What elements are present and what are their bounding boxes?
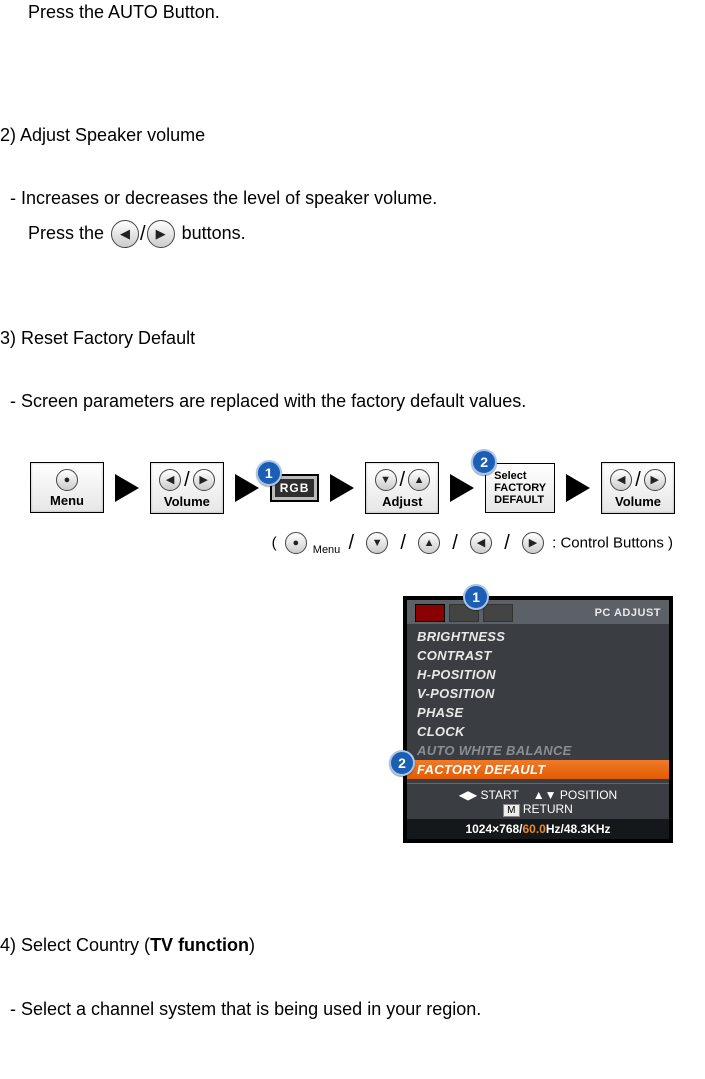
slash-icon: / [400,532,406,555]
up-icon: ▲ [418,532,440,554]
caption-menu-label: Menu [313,544,341,556]
arrow-right-icon [235,474,259,502]
step-1-badge: 1 [256,460,282,486]
heading-post: ) [249,935,255,955]
factory-select: 2 Select FACTORY DEFAULT [485,463,555,513]
menu-circle-icon: ● [285,532,307,554]
status-hz: 60.0 [523,822,546,836]
press-pre: Press the [28,222,109,242]
osd-item: H-POSITION [407,665,669,684]
osd-tab-3-icon [483,604,513,622]
volume-key-label-2: Volume [615,494,661,509]
slash-icon: / [184,469,190,492]
select-line1: Select [494,470,546,482]
heading-reset: 3) Reset Factory Default [0,326,705,351]
slash-icon: / [140,220,146,248]
arrow-right-icon [566,474,590,502]
status-post: Hz/48.3KHz [546,822,611,836]
adjust-key: ▼/▲ Adjust [365,462,439,514]
caption-suffix: : Control Buttons ) [552,534,673,551]
up-icon: ▲ [408,469,430,491]
osd-title: PC ADJUST [595,607,661,619]
control-buttons-caption: ( ● Menu / ▼ / ▲ / ◀ / ▶ : Control Button… [0,532,705,556]
select-line3: DEFAULT [494,494,546,506]
status-pre: 1024×768/ [465,822,522,836]
arrow-right-icon [115,474,139,502]
instruction-press-vol: Press the ◀/▶ buttons. [0,220,705,248]
osd-item: CLOCK [407,722,669,741]
press-post: buttons. [182,222,246,242]
menu-circle-icon: ● [56,469,78,491]
left-icon: ◀ [610,469,632,491]
menu-key-label: Menu [50,493,84,508]
osd-item: PHASE [407,703,669,722]
slash-icon: / [348,532,354,555]
osd-status: 1024×768/60.0Hz/48.3KHz [407,819,669,839]
arrow-right-icon [450,474,474,502]
osd-screenshot: 1 2 PC ADJUST BRIGHTNESSCONTRASTH-POSITI… [403,596,673,843]
volume-key-2: ◀/▶ Volume [601,462,675,514]
osd-item: AUTO WHITE BALANCE [407,741,669,760]
rgb-select: 1 RGB [270,474,320,502]
left-icon: ◀ [470,532,492,554]
down-icon: ▼ [366,532,388,554]
arrow-right-icon [330,474,354,502]
slash-icon: / [504,532,510,555]
osd-item: FACTORY DEFAULT [407,760,669,779]
osd-hint-start: ◀▶ START [459,788,519,802]
osd-item: CONTRAST [407,646,669,665]
heading-pre: 4) Select Country ( [0,935,150,955]
desc-reset: - Screen parameters are replaced with th… [0,389,705,414]
osd-tab-rgb-icon [415,604,445,622]
right-icon: ▶ [644,469,666,491]
step-2-badge: 2 [471,449,497,475]
volume-key-label: Volume [164,494,210,509]
slash-icon: / [635,469,641,492]
m-key-icon: M [503,804,519,817]
hint-return-post: RETURN [523,802,573,816]
left-icon: ◀ [159,469,181,491]
osd-item: BRIGHTNESS [407,627,669,646]
button-flow-diagram: ● Menu ◀/▶ Volume 1 RGB ▼/▲ Adjust 2 Sel… [30,462,675,514]
instruction-press-auto: Press the AUTO Button. [0,0,705,25]
slash-icon: / [452,532,458,555]
osd-hint-return: M RETURN [503,802,573,817]
down-icon: ▼ [375,469,397,491]
osd-hints: ◀▶ START ▲▼ POSITION M RETURN [407,786,669,819]
left-right-buttons-icon: ◀/▶ [111,220,175,248]
osd-hint-position: ▲▼ POSITION [533,788,617,802]
adjust-key-label: Adjust [382,494,422,509]
heading-bold: TV function [150,935,249,955]
factory-default-box: Select FACTORY DEFAULT [485,463,555,513]
slash-icon: / [400,469,406,492]
right-button-icon: ▶ [147,220,175,248]
caption-prefix: ( [272,534,281,551]
heading-select-country: 4) Select Country (TV function) [0,933,705,958]
osd-item: V-POSITION [407,684,669,703]
desc-speaker-volume: - Increases or decreases the level of sp… [0,186,705,211]
select-line2: FACTORY [494,482,546,494]
heading-speaker-volume: 2) Adjust Speaker volume [0,123,705,148]
menu-key: ● Menu [30,462,104,513]
right-icon: ▶ [193,469,215,491]
volume-key-1: ◀/▶ Volume [150,462,224,514]
desc-select-country: - Select a channel system that is being … [0,997,705,1022]
right-icon: ▶ [522,532,544,554]
left-button-icon: ◀ [111,220,139,248]
